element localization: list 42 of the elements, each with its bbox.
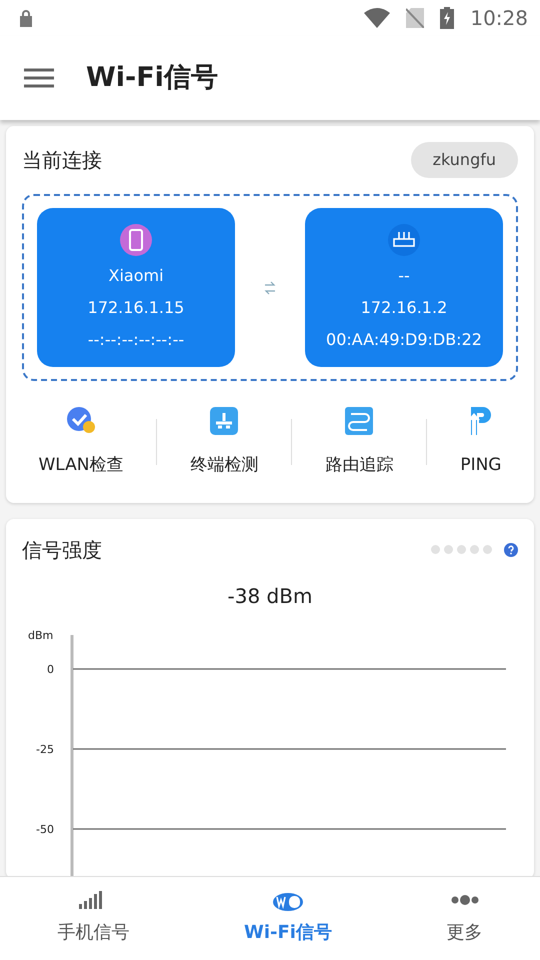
device-name: -- xyxy=(398,264,410,286)
tool-button[interactable]: 终端检测 xyxy=(190,405,258,478)
ssid-chip: zkungfu xyxy=(410,142,518,178)
help-icon[interactable] xyxy=(504,542,518,556)
wifi-badge-icon xyxy=(272,891,304,911)
tool-button[interactable]: WLAN检查 xyxy=(38,405,124,478)
device-name: Xiaomi xyxy=(108,264,164,286)
page-dot[interactable] xyxy=(457,545,466,554)
nav-tab[interactable]: 更多 xyxy=(440,890,489,947)
menu-icon[interactable] xyxy=(24,68,54,88)
wifi-icon xyxy=(364,8,390,28)
lock-icon xyxy=(18,9,34,27)
clock-time: 10:28 xyxy=(470,5,528,32)
no-sim-icon xyxy=(406,8,424,28)
device-card[interactable]: -- 172.16.1.2 00:AA:49:D9:DB:22 xyxy=(305,208,503,367)
nav-tab[interactable]: 手机信号 xyxy=(51,890,136,947)
ip-address: 172.16.1.2 xyxy=(360,296,448,318)
tool-button[interactable]: 路由追踪 xyxy=(325,405,394,478)
section-title: 信号强度 xyxy=(22,536,102,564)
page-dot[interactable] xyxy=(483,545,492,554)
tick-label: -25 xyxy=(36,742,54,756)
device-card[interactable]: Xiaomi 172.16.1.15 --:--:--:--:--:-- xyxy=(37,208,235,367)
signal-reading: -38 dBm xyxy=(228,584,312,608)
router-icon xyxy=(388,224,420,256)
mac-address: --:--:--:--:--:-- xyxy=(88,328,184,350)
tick-label: 0 xyxy=(47,662,54,676)
route-icon xyxy=(343,405,376,437)
battery-charging-icon xyxy=(440,7,454,29)
app-title: Wi-Fi信号 xyxy=(86,60,218,95)
ip-address: 172.16.1.15 xyxy=(88,296,184,318)
nav-tab[interactable]: Wi-Fi信号 xyxy=(238,890,338,947)
tool-button[interactable]: PING xyxy=(460,405,502,478)
link-arrows-icon xyxy=(264,280,276,294)
page-dot[interactable] xyxy=(444,545,453,554)
tick-label: -50 xyxy=(36,822,54,836)
section-title: 当前连接 xyxy=(22,147,102,174)
phone-icon xyxy=(120,224,152,256)
page-dot[interactable] xyxy=(470,545,479,554)
network-icon xyxy=(208,405,240,437)
mac-address: 00:AA:49:D9:DB:22 xyxy=(326,328,482,350)
page-dot[interactable] xyxy=(431,545,440,554)
axis-label: dBm xyxy=(28,628,54,642)
